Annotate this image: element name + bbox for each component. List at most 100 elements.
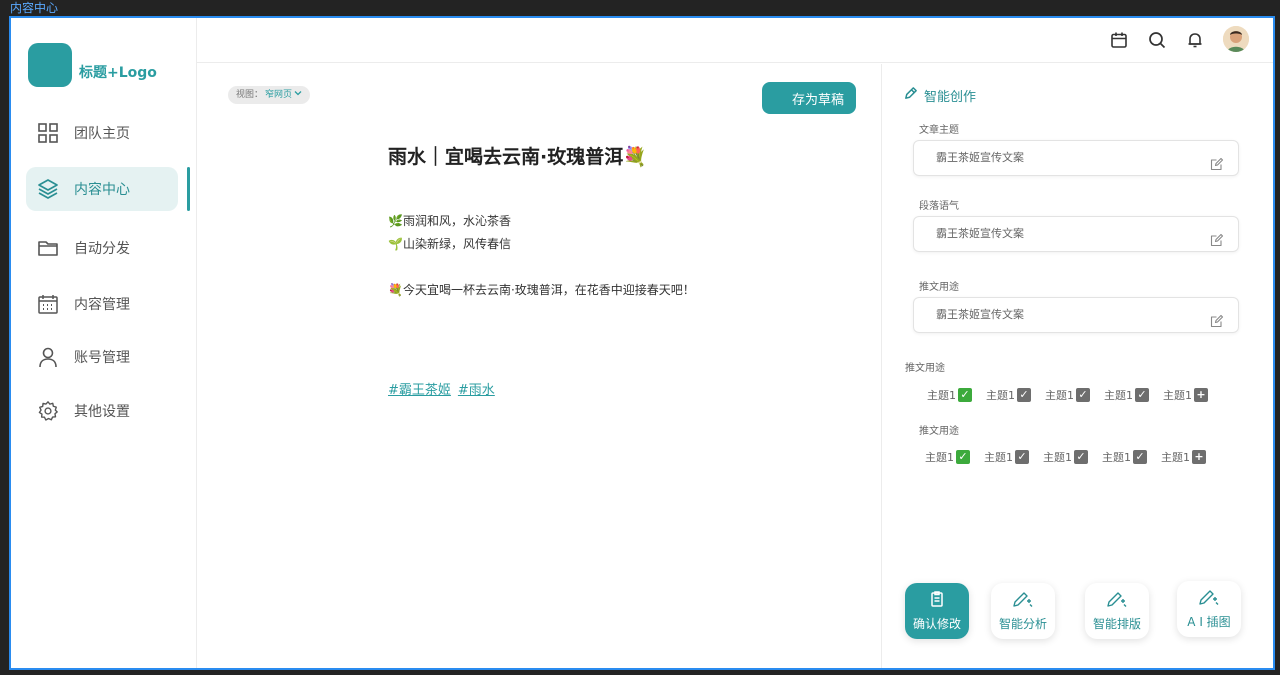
confirm-edit-button[interactable]: 确认修改 (905, 583, 969, 639)
app-window: 标题+Logo 团队主页 内容中心 自动分发 内容管理 账号管理 其他设置 视图… (9, 16, 1275, 670)
field-label: 段落语气 (919, 201, 959, 212)
topic-group-label: 推文用途 (905, 363, 945, 374)
field-label: 文章主题 (919, 125, 959, 136)
checkbox-checked-icon[interactable]: ✓ (1133, 450, 1147, 464)
sidebar-item-auto-distribute[interactable]: 自动分发 (26, 226, 178, 270)
clipboard-icon (928, 590, 946, 611)
article-topic-field[interactable]: 霸王茶姬宣传文案 (913, 140, 1239, 176)
grid-icon (36, 121, 60, 145)
magic-pen-icon (1198, 588, 1220, 609)
gear-icon (36, 399, 60, 423)
topic-row: 主题1 ✓ 主题1 ✓ 主题1 ✓ 主题1 ✓ 主题1 + (927, 387, 1222, 403)
article-title[interactable]: 雨水｜宜喝去云南·玫瑰普洱💐 (388, 142, 647, 169)
hashtag-link[interactable]: #霸王茶姬 (388, 379, 451, 398)
save-draft-button[interactable]: 存为草稿 (762, 82, 856, 114)
smart-layout-button[interactable]: 智能排版 (1085, 583, 1149, 639)
pen-icon (903, 86, 918, 105)
topic-chip[interactable]: 主题1 ✓ (927, 387, 972, 403)
topic-label: 主题1 (1102, 451, 1131, 464)
topic-chip[interactable]: 主题1 + (1163, 387, 1208, 403)
action-label: A I 插图 (1187, 615, 1231, 629)
sidebar-item-account-manage[interactable]: 账号管理 (26, 335, 178, 379)
checkbox-checked-icon[interactable]: ✓ (1015, 450, 1029, 464)
calendar-grid-icon (36, 292, 60, 316)
hashtag-link[interactable]: #雨水 (458, 379, 495, 398)
plus-icon[interactable]: + (1192, 450, 1206, 464)
sidebar-item-content-center[interactable]: 内容中心 (26, 167, 178, 211)
topic-chip[interactable]: 主题1 ✓ (1102, 449, 1147, 465)
magic-pen-icon (1012, 590, 1034, 611)
panel-title: 智能创作 (924, 90, 977, 105)
chevron-down-icon (294, 86, 302, 104)
layers-icon (36, 177, 60, 201)
topic-chip[interactable]: 主题1 ✓ (1045, 387, 1090, 403)
avatar[interactable] (1223, 26, 1249, 52)
sidebar-item-content-manage[interactable]: 内容管理 (26, 282, 178, 326)
view-selector[interactable]: 视图： 窄网页 (228, 86, 311, 104)
topic-label: 主题1 (1043, 451, 1072, 464)
topic-group-label: 推文用途 (919, 426, 959, 437)
topic-label: 主题1 (986, 389, 1015, 402)
sidebar-item-label: 团队主页 (74, 126, 130, 142)
topic-chip[interactable]: 主题1 ✓ (925, 449, 970, 465)
edit-icon[interactable] (1210, 151, 1224, 171)
topic-label: 主题1 (1045, 389, 1074, 402)
field-label: 推文用途 (919, 282, 959, 293)
sidebar: 标题+Logo 团队主页 内容中心 自动分发 内容管理 账号管理 其他设置 (11, 18, 197, 668)
active-indicator (187, 167, 190, 211)
checkbox-checked-icon[interactable]: ✓ (958, 388, 972, 402)
field-value: 霸王茶姬宣传文案 (936, 308, 1024, 321)
sidebar-item-label: 账号管理 (74, 350, 130, 366)
topic-label: 主题1 (984, 451, 1013, 464)
sidebar-item-label: 其他设置 (74, 404, 130, 420)
topic-row: 主题1 ✓ 主题1 ✓ 主题1 ✓ 主题1 ✓ 主题1 + (925, 449, 1220, 465)
checkbox-checked-icon[interactable]: ✓ (956, 450, 970, 464)
smart-creation-panel: 智能创作 文章主题 霸王茶姬宣传文案 段落语气 霸王茶姬宣传文案 推文用途 霸王… (881, 64, 1273, 668)
field-value: 霸王茶姬宣传文案 (936, 227, 1024, 240)
sidebar-item-team-home[interactable]: 团队主页 (26, 111, 178, 155)
top-header (197, 18, 1273, 63)
topic-chip[interactable]: 主题1 ✓ (1104, 387, 1149, 403)
edit-icon[interactable] (1210, 308, 1224, 328)
logo-text: 标题+Logo (79, 65, 157, 81)
topic-label: 主题1 (1163, 389, 1192, 402)
topic-label: 主题1 (927, 389, 956, 402)
checkbox-checked-icon[interactable]: ✓ (1074, 450, 1088, 464)
smart-analysis-button[interactable]: 智能分析 (991, 583, 1055, 639)
paragraph-tone-field[interactable]: 霸王茶姬宣传文案 (913, 216, 1239, 252)
panel-header: 智能创作 (903, 86, 976, 105)
search-icon[interactable] (1147, 30, 1167, 50)
sidebar-item-other-settings[interactable]: 其他设置 (26, 389, 178, 433)
view-label: 视图： (236, 90, 264, 100)
window-title: 内容中心 (10, 1, 59, 15)
article-line[interactable]: 💐今天宜喝一杯去云南·玫瑰普洱，在花香中迎接春天吧！ (388, 281, 695, 298)
topic-label: 主题1 (1104, 389, 1133, 402)
sidebar-item-label: 自动分发 (74, 241, 130, 257)
action-label: 确认修改 (912, 617, 961, 631)
topic-chip[interactable]: 主题1 ✓ (984, 449, 1029, 465)
article-line[interactable]: 🌱山染新绿，风传春信 (388, 235, 511, 252)
topic-chip[interactable]: 主题1 ✓ (986, 387, 1031, 403)
action-label: 智能分析 (998, 617, 1047, 631)
post-purpose-field[interactable]: 霸王茶姬宣传文案 (913, 297, 1239, 333)
checkbox-checked-icon[interactable]: ✓ (1135, 388, 1149, 402)
checkbox-checked-icon[interactable]: ✓ (1076, 388, 1090, 402)
tag-list: #霸王茶姬 #雨水 (388, 379, 495, 398)
topic-chip[interactable]: 主题1 + (1161, 449, 1206, 465)
checkbox-checked-icon[interactable]: ✓ (1017, 388, 1031, 402)
action-label: 智能排版 (1092, 617, 1141, 631)
logo (28, 43, 72, 87)
article-line[interactable]: 🌿雨润和风，水沁茶香 (388, 212, 511, 229)
view-value: 窄网页 (265, 90, 293, 100)
sidebar-item-label: 内容中心 (74, 182, 130, 198)
calendar-icon[interactable] (1109, 30, 1129, 50)
edit-icon[interactable] (1210, 227, 1224, 247)
plus-icon[interactable]: + (1194, 388, 1208, 402)
user-icon (36, 345, 60, 369)
sidebar-item-label: 内容管理 (74, 297, 130, 313)
topic-label: 主题1 (925, 451, 954, 464)
topic-chip[interactable]: 主题1 ✓ (1043, 449, 1088, 465)
bell-icon[interactable] (1185, 30, 1205, 50)
topic-label: 主题1 (1161, 451, 1190, 464)
ai-illustration-button[interactable]: A I 插图 (1177, 581, 1241, 637)
